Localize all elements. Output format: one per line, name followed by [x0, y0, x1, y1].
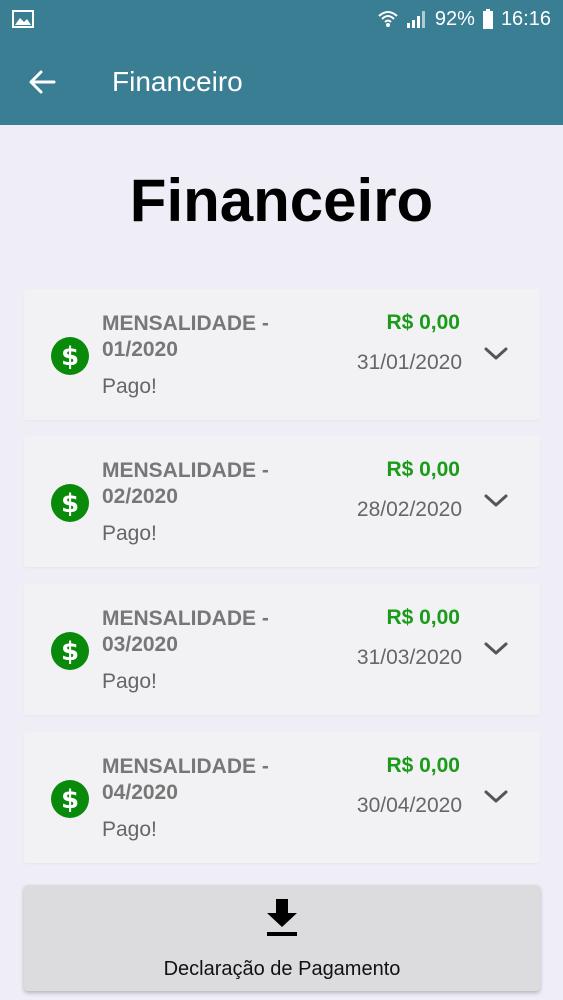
- payment-title: MENSALIDADE - 03/2020: [102, 607, 269, 656]
- svg-text:$: $: [61, 637, 79, 667]
- chevron-down-icon[interactable]: [482, 639, 510, 659]
- dollar-icon: $: [51, 632, 89, 670]
- payment-card[interactable]: $ MENSALIDADE - 02/2020 Pago! R$ 0,00 28…: [24, 436, 540, 567]
- svg-text:$: $: [61, 342, 79, 372]
- back-button[interactable]: [16, 56, 68, 108]
- payment-declaration-label: Declaração de Pagamento: [163, 958, 401, 980]
- gallery-icon: [12, 10, 34, 28]
- payment-title: MENSALIDADE - 04/2020: [102, 755, 269, 804]
- app-bar-title: Financeiro: [112, 65, 243, 97]
- app-bar: Financeiro: [0, 38, 563, 125]
- clock: 16:16: [500, 7, 551, 30]
- payment-date: 30/04/2020: [356, 794, 462, 817]
- payment-card[interactable]: $ MENSALIDADE - 01/2020 Pago! R$ 0,00 31…: [24, 289, 540, 420]
- download-icon: [267, 899, 297, 936]
- dollar-icon: $: [51, 484, 89, 522]
- payment-date: 31/03/2020: [356, 646, 462, 669]
- chevron-down-icon[interactable]: [482, 491, 510, 511]
- dollar-icon: $: [51, 780, 89, 818]
- payment-title: MENSALIDADE - 01/2020: [102, 312, 269, 361]
- payment-status: Pago!: [102, 818, 157, 841]
- chevron-down-icon[interactable]: [482, 787, 510, 807]
- payment-status: Pago!: [102, 375, 157, 398]
- signal-icon: [406, 11, 425, 28]
- payment-status: Pago!: [102, 522, 157, 545]
- payment-amount: R$ 0,00: [386, 606, 460, 629]
- chevron-down-icon[interactable]: [482, 344, 510, 364]
- svg-text:$: $: [61, 489, 79, 519]
- battery-percent: 92%: [434, 7, 475, 30]
- payment-date: 31/01/2020: [356, 351, 462, 374]
- payment-card[interactable]: $ MENSALIDADE - 04/2020 Pago! R$ 0,00 30…: [24, 732, 540, 863]
- page-title: Financeiro: [129, 167, 434, 234]
- dollar-icon: $: [51, 337, 89, 375]
- battery-icon: [482, 9, 493, 29]
- payment-status: Pago!: [102, 670, 157, 693]
- payment-date: 28/02/2020: [356, 498, 462, 521]
- svg-text:$: $: [61, 785, 79, 815]
- arrow-back-icon: [29, 70, 56, 93]
- status-bar: 92% 16:16: [0, 0, 563, 38]
- payment-declaration-button[interactable]: Declaração de Pagamento: [24, 885, 540, 991]
- payment-title: MENSALIDADE - 02/2020: [102, 459, 269, 508]
- payment-amount: R$ 0,00: [386, 458, 460, 481]
- payment-amount: R$ 0,00: [386, 311, 460, 334]
- payment-amount: R$ 0,00: [386, 754, 460, 777]
- payment-card[interactable]: $ MENSALIDADE - 03/2020 Pago! R$ 0,00 31…: [24, 584, 540, 715]
- wifi-icon: [378, 11, 398, 27]
